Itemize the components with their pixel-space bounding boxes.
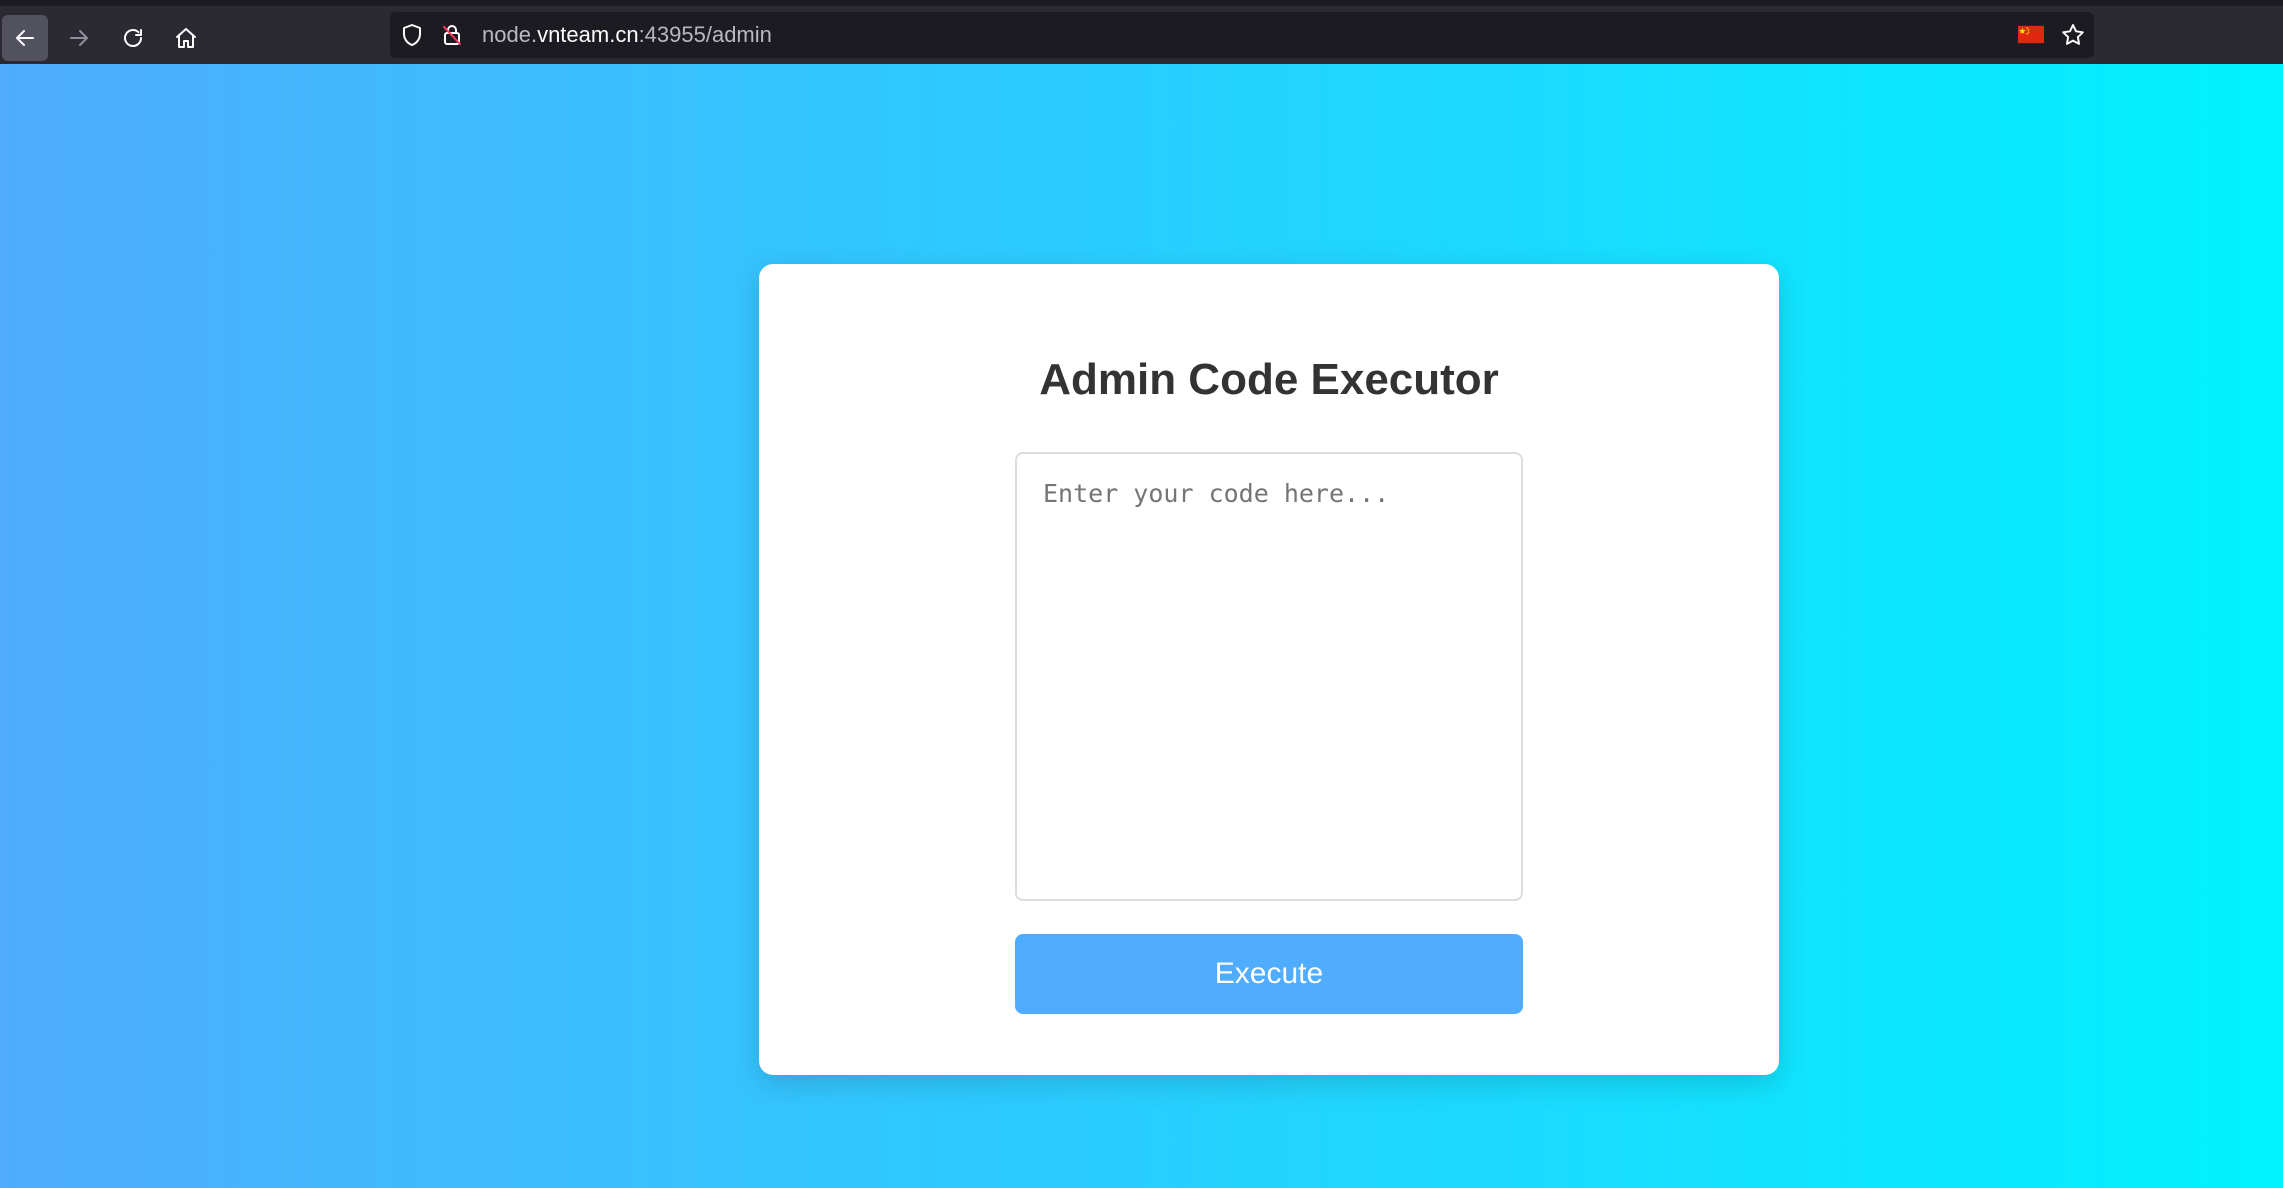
home-icon	[176, 28, 196, 48]
url-domain: vnteam.cn	[537, 22, 639, 47]
url-prefix: node.	[482, 22, 538, 47]
forward-button[interactable]	[56, 15, 102, 61]
reload-icon	[124, 29, 142, 47]
star-icon[interactable]	[2060, 22, 2086, 48]
executor-card: Admin Code Executor Execute	[759, 264, 1779, 1075]
page-background: Admin Code Executor Execute	[0, 64, 2283, 1188]
lock-insecure-icon[interactable]	[440, 23, 464, 47]
arrow-right-icon	[70, 30, 88, 46]
shield-icon[interactable]	[400, 23, 424, 47]
address-bar[interactable]: node.vnteam.cn:43955/admin	[390, 12, 2094, 58]
url-suffix: :43955/admin	[638, 22, 772, 47]
code-input[interactable]	[1015, 452, 1523, 901]
reload-button[interactable]	[110, 15, 156, 61]
arrow-left-icon	[16, 30, 34, 46]
back-button[interactable]	[2, 15, 48, 61]
china-flag-icon[interactable]	[2018, 25, 2044, 44]
url-text[interactable]: node.vnteam.cn:43955/admin	[482, 23, 772, 47]
execute-button[interactable]: Execute	[1015, 934, 1523, 1014]
home-button[interactable]	[163, 15, 209, 61]
page-title: Admin Code Executor	[1039, 355, 1499, 404]
browser-toolbar: node.vnteam.cn:43955/admin	[0, 0, 2283, 64]
